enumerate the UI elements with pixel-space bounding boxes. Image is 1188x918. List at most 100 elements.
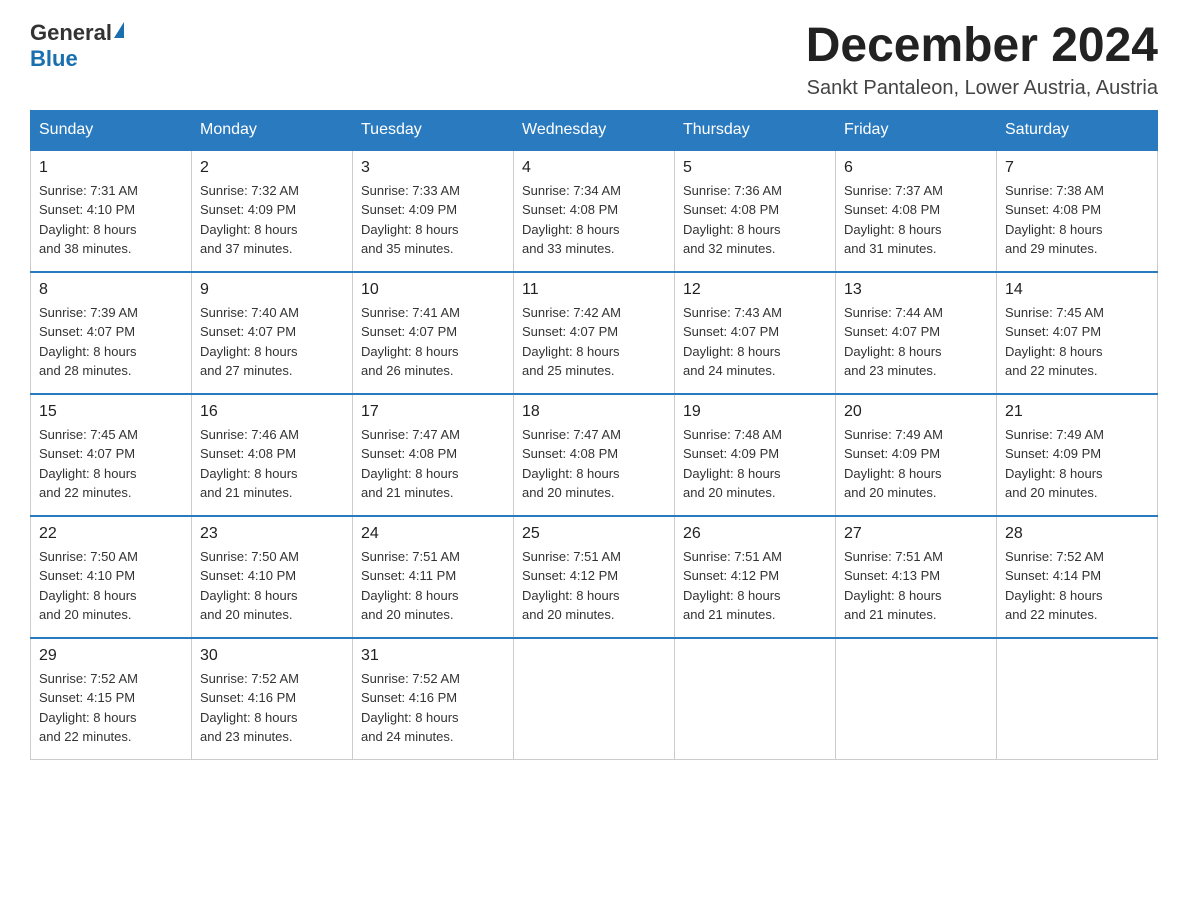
day-number: 4 xyxy=(522,159,666,177)
calendar-cell: 1 Sunrise: 7:31 AM Sunset: 4:10 PM Dayli… xyxy=(31,150,192,272)
header-monday: Monday xyxy=(192,110,353,150)
day-number: 27 xyxy=(844,525,988,543)
calendar-week-row-3: 15 Sunrise: 7:45 AM Sunset: 4:07 PM Dayl… xyxy=(31,394,1158,516)
calendar-cell: 10 Sunrise: 7:41 AM Sunset: 4:07 PM Dayl… xyxy=(353,272,514,394)
day-number: 3 xyxy=(361,159,505,177)
day-number: 30 xyxy=(200,647,344,665)
day-info: Sunrise: 7:51 AM Sunset: 4:11 PM Dayligh… xyxy=(361,547,505,625)
header-saturday: Saturday xyxy=(997,110,1158,150)
calendar-cell: 18 Sunrise: 7:47 AM Sunset: 4:08 PM Dayl… xyxy=(514,394,675,516)
calendar-cell: 30 Sunrise: 7:52 AM Sunset: 4:16 PM Dayl… xyxy=(192,638,353,760)
day-number: 23 xyxy=(200,525,344,543)
day-number: 2 xyxy=(200,159,344,177)
day-info: Sunrise: 7:33 AM Sunset: 4:09 PM Dayligh… xyxy=(361,181,505,259)
day-number: 31 xyxy=(361,647,505,665)
day-number: 17 xyxy=(361,403,505,421)
calendar-cell: 29 Sunrise: 7:52 AM Sunset: 4:15 PM Dayl… xyxy=(31,638,192,760)
day-info: Sunrise: 7:52 AM Sunset: 4:16 PM Dayligh… xyxy=(200,669,344,747)
day-number: 20 xyxy=(844,403,988,421)
day-info: Sunrise: 7:31 AM Sunset: 4:10 PM Dayligh… xyxy=(39,181,183,259)
calendar-cell: 7 Sunrise: 7:38 AM Sunset: 4:08 PM Dayli… xyxy=(997,150,1158,272)
day-number: 1 xyxy=(39,159,183,177)
header-thursday: Thursday xyxy=(675,110,836,150)
day-number: 12 xyxy=(683,281,827,299)
day-number: 9 xyxy=(200,281,344,299)
day-info: Sunrise: 7:36 AM Sunset: 4:08 PM Dayligh… xyxy=(683,181,827,259)
calendar-cell: 20 Sunrise: 7:49 AM Sunset: 4:09 PM Dayl… xyxy=(836,394,997,516)
calendar-cell: 31 Sunrise: 7:52 AM Sunset: 4:16 PM Dayl… xyxy=(353,638,514,760)
header-sunday: Sunday xyxy=(31,110,192,150)
day-number: 13 xyxy=(844,281,988,299)
day-number: 29 xyxy=(39,647,183,665)
page-header: General Blue December 2024 Sankt Pantale… xyxy=(30,20,1158,100)
day-number: 22 xyxy=(39,525,183,543)
day-info: Sunrise: 7:41 AM Sunset: 4:07 PM Dayligh… xyxy=(361,303,505,381)
day-info: Sunrise: 7:50 AM Sunset: 4:10 PM Dayligh… xyxy=(39,547,183,625)
day-info: Sunrise: 7:45 AM Sunset: 4:07 PM Dayligh… xyxy=(39,425,183,503)
day-info: Sunrise: 7:52 AM Sunset: 4:16 PM Dayligh… xyxy=(361,669,505,747)
day-number: 18 xyxy=(522,403,666,421)
day-number: 21 xyxy=(1005,403,1149,421)
day-info: Sunrise: 7:52 AM Sunset: 4:15 PM Dayligh… xyxy=(39,669,183,747)
day-number: 8 xyxy=(39,281,183,299)
day-number: 28 xyxy=(1005,525,1149,543)
weekday-header-row: Sunday Monday Tuesday Wednesday Thursday… xyxy=(31,110,1158,150)
calendar-cell: 2 Sunrise: 7:32 AM Sunset: 4:09 PM Dayli… xyxy=(192,150,353,272)
day-info: Sunrise: 7:32 AM Sunset: 4:09 PM Dayligh… xyxy=(200,181,344,259)
calendar-cell: 14 Sunrise: 7:45 AM Sunset: 4:07 PM Dayl… xyxy=(997,272,1158,394)
day-number: 10 xyxy=(361,281,505,299)
day-info: Sunrise: 7:42 AM Sunset: 4:07 PM Dayligh… xyxy=(522,303,666,381)
day-number: 7 xyxy=(1005,159,1149,177)
calendar-cell: 9 Sunrise: 7:40 AM Sunset: 4:07 PM Dayli… xyxy=(192,272,353,394)
calendar-cell xyxy=(997,638,1158,760)
calendar-cell xyxy=(836,638,997,760)
calendar-cell: 16 Sunrise: 7:46 AM Sunset: 4:08 PM Dayl… xyxy=(192,394,353,516)
calendar-week-row-1: 1 Sunrise: 7:31 AM Sunset: 4:10 PM Dayli… xyxy=(31,150,1158,272)
calendar-cell: 13 Sunrise: 7:44 AM Sunset: 4:07 PM Dayl… xyxy=(836,272,997,394)
day-info: Sunrise: 7:47 AM Sunset: 4:08 PM Dayligh… xyxy=(522,425,666,503)
day-number: 14 xyxy=(1005,281,1149,299)
calendar-cell: 24 Sunrise: 7:51 AM Sunset: 4:11 PM Dayl… xyxy=(353,516,514,638)
day-number: 16 xyxy=(200,403,344,421)
calendar-cell: 23 Sunrise: 7:50 AM Sunset: 4:10 PM Dayl… xyxy=(192,516,353,638)
day-info: Sunrise: 7:38 AM Sunset: 4:08 PM Dayligh… xyxy=(1005,181,1149,259)
day-number: 11 xyxy=(522,281,666,299)
day-info: Sunrise: 7:50 AM Sunset: 4:10 PM Dayligh… xyxy=(200,547,344,625)
calendar-cell: 6 Sunrise: 7:37 AM Sunset: 4:08 PM Dayli… xyxy=(836,150,997,272)
calendar-cell: 27 Sunrise: 7:51 AM Sunset: 4:13 PM Dayl… xyxy=(836,516,997,638)
logo: General Blue xyxy=(30,20,124,72)
calendar-cell: 5 Sunrise: 7:36 AM Sunset: 4:08 PM Dayli… xyxy=(675,150,836,272)
header-wednesday: Wednesday xyxy=(514,110,675,150)
day-info: Sunrise: 7:46 AM Sunset: 4:08 PM Dayligh… xyxy=(200,425,344,503)
calendar-cell: 21 Sunrise: 7:49 AM Sunset: 4:09 PM Dayl… xyxy=(997,394,1158,516)
day-info: Sunrise: 7:49 AM Sunset: 4:09 PM Dayligh… xyxy=(1005,425,1149,503)
calendar-cell: 3 Sunrise: 7:33 AM Sunset: 4:09 PM Dayli… xyxy=(353,150,514,272)
calendar-week-row-5: 29 Sunrise: 7:52 AM Sunset: 4:15 PM Dayl… xyxy=(31,638,1158,760)
day-info: Sunrise: 7:47 AM Sunset: 4:08 PM Dayligh… xyxy=(361,425,505,503)
day-info: Sunrise: 7:51 AM Sunset: 4:12 PM Dayligh… xyxy=(683,547,827,625)
calendar-table: Sunday Monday Tuesday Wednesday Thursday… xyxy=(30,110,1158,760)
day-info: Sunrise: 7:48 AM Sunset: 4:09 PM Dayligh… xyxy=(683,425,827,503)
day-info: Sunrise: 7:34 AM Sunset: 4:08 PM Dayligh… xyxy=(522,181,666,259)
day-info: Sunrise: 7:44 AM Sunset: 4:07 PM Dayligh… xyxy=(844,303,988,381)
day-number: 5 xyxy=(683,159,827,177)
month-title: December 2024 xyxy=(806,20,1158,73)
calendar-cell: 8 Sunrise: 7:39 AM Sunset: 4:07 PM Dayli… xyxy=(31,272,192,394)
day-number: 24 xyxy=(361,525,505,543)
day-info: Sunrise: 7:39 AM Sunset: 4:07 PM Dayligh… xyxy=(39,303,183,381)
day-info: Sunrise: 7:51 AM Sunset: 4:13 PM Dayligh… xyxy=(844,547,988,625)
calendar-cell: 4 Sunrise: 7:34 AM Sunset: 4:08 PM Dayli… xyxy=(514,150,675,272)
calendar-cell xyxy=(514,638,675,760)
calendar-cell: 15 Sunrise: 7:45 AM Sunset: 4:07 PM Dayl… xyxy=(31,394,192,516)
calendar-cell: 28 Sunrise: 7:52 AM Sunset: 4:14 PM Dayl… xyxy=(997,516,1158,638)
calendar-week-row-4: 22 Sunrise: 7:50 AM Sunset: 4:10 PM Dayl… xyxy=(31,516,1158,638)
day-number: 15 xyxy=(39,403,183,421)
logo-general-text: General xyxy=(30,20,112,46)
day-number: 26 xyxy=(683,525,827,543)
calendar-cell: 17 Sunrise: 7:47 AM Sunset: 4:08 PM Dayl… xyxy=(353,394,514,516)
day-info: Sunrise: 7:43 AM Sunset: 4:07 PM Dayligh… xyxy=(683,303,827,381)
day-number: 19 xyxy=(683,403,827,421)
day-info: Sunrise: 7:45 AM Sunset: 4:07 PM Dayligh… xyxy=(1005,303,1149,381)
calendar-week-row-2: 8 Sunrise: 7:39 AM Sunset: 4:07 PM Dayli… xyxy=(31,272,1158,394)
title-area: December 2024 Sankt Pantaleon, Lower Aus… xyxy=(806,20,1158,100)
